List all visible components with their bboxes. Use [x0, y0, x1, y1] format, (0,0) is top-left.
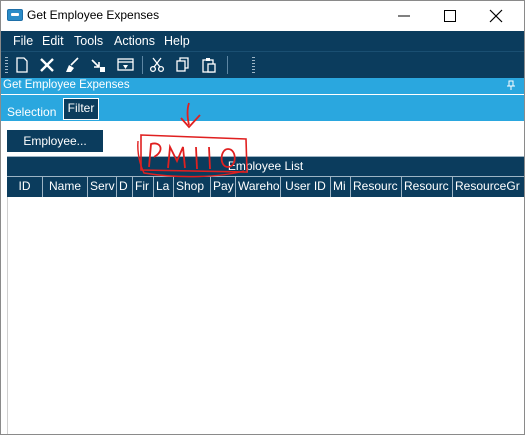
toolbar-separator: [142, 56, 143, 74]
toolbar-grip[interactable]: [252, 57, 255, 73]
title-bar: Get Employee Expenses: [1, 1, 524, 30]
grid-header: ID Name Serv D Fir La Shop Pay Wareho Us…: [7, 176, 524, 197]
panel-title: Get Employee Expenses: [3, 79, 130, 91]
menu-edit[interactable]: Edit: [42, 34, 64, 48]
customize-button[interactable]: [115, 55, 135, 75]
menu-tools[interactable]: Tools: [74, 34, 103, 48]
employee-grid[interactable]: [7, 197, 524, 434]
column-header[interactable]: Pay: [211, 177, 236, 197]
toolbar-separator: [227, 56, 228, 74]
copy-button[interactable]: [173, 55, 193, 75]
close-icon: [489, 9, 503, 23]
window-title: Get Employee Expenses: [27, 8, 160, 22]
cut-button[interactable]: [147, 55, 167, 75]
delete-icon: [40, 58, 54, 72]
customize-icon: [117, 58, 134, 71]
column-header[interactable]: ResourceGr: [453, 177, 524, 197]
column-header[interactable]: Serv: [88, 177, 117, 197]
new-button[interactable]: [12, 55, 32, 75]
tab-filter[interactable]: Filter: [63, 98, 99, 120]
column-header[interactable]: Resourc: [402, 177, 453, 197]
toolbar: [1, 51, 524, 78]
column-header[interactable]: Mi: [331, 177, 351, 197]
filter-panel: Employee... Employee List ID Name Serv D…: [1, 121, 524, 434]
app-window: Get Employee Expenses File Edit Tools Ac…: [0, 0, 525, 435]
refresh-icon: [91, 59, 105, 72]
clear-icon: [66, 57, 79, 72]
paste-button[interactable]: [199, 55, 219, 75]
column-header[interactable]: Wareho: [236, 177, 281, 197]
menu-actions[interactable]: Actions: [114, 34, 155, 48]
pin-icon[interactable]: [506, 80, 516, 91]
tab-bar: Selection Filter: [1, 95, 524, 121]
minimize-button[interactable]: [381, 1, 427, 30]
maximize-icon: [444, 10, 456, 22]
column-header[interactable]: Shop: [174, 177, 211, 197]
maximize-button[interactable]: [427, 1, 473, 30]
clear-button[interactable]: [62, 55, 82, 75]
paste-icon: [202, 58, 216, 73]
refresh-button[interactable]: [88, 55, 108, 75]
tab-selection[interactable]: Selection: [7, 105, 56, 119]
column-header[interactable]: D: [117, 177, 133, 197]
menu-file[interactable]: File: [13, 34, 33, 48]
cut-icon: [149, 57, 165, 73]
copy-icon: [176, 57, 189, 72]
grid-caption: Employee List: [7, 156, 524, 176]
menu-help[interactable]: Help: [164, 34, 190, 48]
column-header[interactable]: ID: [7, 177, 43, 197]
column-header[interactable]: User ID: [281, 177, 331, 197]
minimize-icon: [398, 15, 410, 17]
employee-button[interactable]: Employee...: [7, 130, 103, 152]
column-header[interactable]: Resourc: [351, 177, 402, 197]
new-icon: [16, 57, 28, 73]
close-button[interactable]: [473, 1, 519, 30]
toolbar-grip[interactable]: [5, 57, 8, 73]
column-header[interactable]: Name: [43, 177, 88, 197]
column-header[interactable]: Fir: [133, 177, 154, 197]
menu-bar: File Edit Tools Actions Help: [1, 31, 524, 51]
panel-header: Get Employee Expenses: [1, 78, 524, 94]
app-icon: [7, 9, 23, 21]
column-header[interactable]: La: [154, 177, 174, 197]
delete-button[interactable]: [37, 55, 57, 75]
